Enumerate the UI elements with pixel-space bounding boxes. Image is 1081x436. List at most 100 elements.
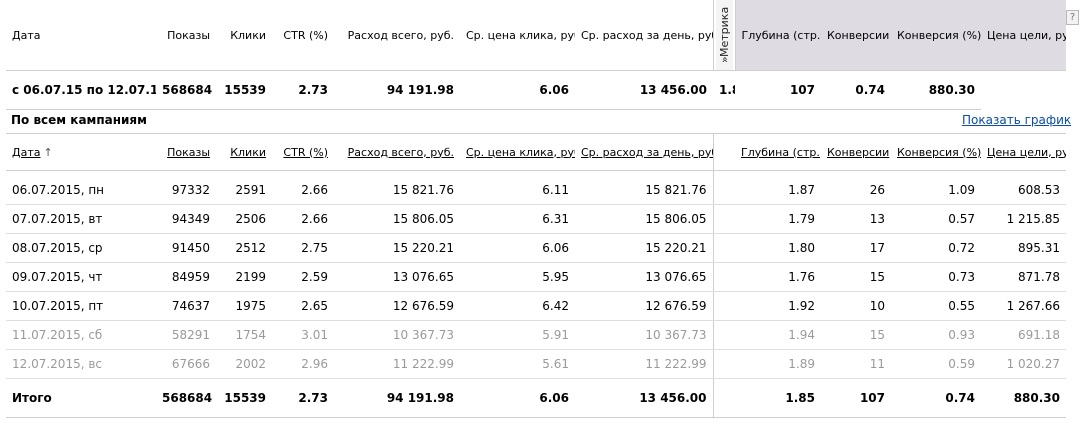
col-header-date: Дата — [6, 0, 156, 71]
metrika-tab-label: Метрика — [717, 6, 731, 57]
sort-header-depth[interactable]: Глубина (стр.) — [735, 133, 821, 171]
sort-header-goal-price[interactable]: Цена цели, руб. — [981, 133, 1066, 171]
cell-goal-price: 895.31 — [981, 233, 1066, 263]
summary-table: Дата Показы Клики CTR (%) Расход всего, … — [6, 0, 1066, 110]
sort-header-conversions-label[interactable]: Конверсии — [827, 146, 889, 159]
sort-header-avg-daily-spend[interactable]: Ср. расход за день, руб. — [575, 133, 713, 171]
total-depth: 1.85 — [735, 378, 821, 418]
cell-shows: 74637 — [156, 291, 216, 321]
sort-header-date-label[interactable]: Дата — [12, 146, 40, 159]
cell-depth: 1.76 — [735, 262, 821, 292]
total-avg-daily-spend: 13 456.00 — [575, 378, 713, 418]
cell-ctr: 2.96 — [272, 349, 334, 379]
sort-header-spend-total-label[interactable]: Расход всего, руб. — [348, 146, 454, 159]
metrika-tab[interactable]: » Метрика — [715, 0, 733, 70]
sort-header-conversion-rate[interactable]: Конверсия (%) — [891, 133, 981, 171]
total-row: Итого 568684 15539 2.73 94 191.98 6.06 1… — [6, 378, 1066, 418]
summary-clicks: 15539 — [216, 70, 272, 110]
metrika-separator — [712, 378, 735, 418]
sort-header-clicks-label[interactable]: Клики — [230, 146, 266, 159]
cell-avg-daily-spend: 10 367.73 — [575, 320, 713, 350]
cell-shows: 94349 — [156, 204, 216, 234]
sort-header-avg-click-price[interactable]: Ср. цена клика, руб. — [460, 133, 575, 171]
summary-goal-price: 880.30 — [891, 70, 981, 110]
cell-date: 06.07.2015, пн — [6, 170, 156, 205]
table-row: 08.07.2015, ср 91450 2512 2.75 15 220.21 6.06… — [6, 233, 1066, 263]
cell-ctr: 3.01 — [272, 320, 334, 350]
cell-avg-daily-spend: 11 222.99 — [575, 349, 713, 379]
sort-header-ctr-label[interactable]: CTR (%) — [283, 146, 328, 159]
metrika-separator — [712, 320, 735, 350]
sort-header-goal-price-label[interactable]: Цена цели, руб. — [987, 146, 1066, 159]
cell-avg-daily-spend: 13 076.65 — [575, 262, 713, 292]
cell-shows: 97332 — [156, 170, 216, 205]
cell-clicks: 2506 — [216, 204, 272, 234]
sort-header-conversion-rate-label[interactable]: Конверсия (%) — [897, 146, 981, 159]
cell-goal-price: 871.78 — [981, 262, 1066, 292]
show-graph-link[interactable]: Показать график — [962, 113, 1071, 127]
col-header-ctr: CTR (%) — [272, 0, 334, 71]
sort-header-depth-label[interactable]: Глубина (стр.) — [741, 146, 821, 159]
cell-avg-daily-spend: 15 806.05 — [575, 204, 713, 234]
cell-goal-price: 1 215.85 — [981, 204, 1066, 234]
cell-conversion-rate: 1.09 — [891, 170, 981, 205]
total-conversion-rate: 0.74 — [891, 378, 981, 418]
cell-avg-daily-spend: 15 821.76 — [575, 170, 713, 205]
summary-conversions: 107 — [735, 70, 821, 110]
summary-period: с 06.07.15 по 12.07.15 — [6, 70, 156, 110]
summary-shows: 568684 — [156, 70, 216, 110]
sort-header-shows-label[interactable]: Показы — [167, 146, 210, 159]
cell-conversion-rate: 0.59 — [891, 349, 981, 379]
cell-shows: 67666 — [156, 349, 216, 379]
total-avg-click-price: 6.06 — [460, 378, 575, 418]
cell-spend-total: 12 676.59 — [334, 291, 460, 321]
metrika-separator — [712, 133, 735, 171]
cell-conversion-rate: 0.55 — [891, 291, 981, 321]
summary-avg-click-price: 6.06 — [460, 70, 575, 110]
metrika-toggle[interactable]: » Метрика — [712, 0, 736, 71]
cell-conversions: 15 — [821, 320, 891, 350]
cell-depth: 1.92 — [735, 291, 821, 321]
sort-header-spend-total[interactable]: Расход всего, руб. — [334, 133, 460, 171]
cell-date: 07.07.2015, вт — [6, 204, 156, 234]
col-header-avg-daily-spend: Ср. расход за день, руб. — [575, 0, 713, 71]
cell-spend-total: 11 222.99 — [334, 349, 460, 379]
cell-clicks: 2591 — [216, 170, 272, 205]
total-ctr: 2.73 — [272, 378, 334, 418]
summary-ctr: 2.73 — [272, 70, 334, 110]
sort-header-conversions[interactable]: Конверсии — [821, 133, 891, 171]
table-row: 11.07.2015, сб 58291 1754 3.01 10 367.73 5.91… — [6, 320, 1066, 350]
cell-avg-click-price: 5.61 — [460, 349, 575, 379]
cell-avg-click-price: 5.95 — [460, 262, 575, 292]
metrika-separator — [712, 349, 735, 379]
sort-header-shows[interactable]: Показы — [156, 133, 216, 171]
cell-conversions: 10 — [821, 291, 891, 321]
help-icon[interactable]: ? — [1066, 10, 1079, 25]
cell-avg-click-price: 6.06 — [460, 233, 575, 263]
sort-header-date[interactable]: Дата ↑ — [6, 133, 156, 171]
cell-depth: 1.87 — [735, 170, 821, 205]
sort-header-clicks[interactable]: Клики — [216, 133, 272, 171]
cell-goal-price: 608.53 — [981, 170, 1066, 205]
sort-header-avg-click-price-label[interactable]: Ср. цена клика, руб. — [466, 146, 575, 159]
metrika-separator — [712, 262, 735, 292]
table-row: 10.07.2015, пт 74637 1975 2.65 12 676.59 6.42… — [6, 291, 1066, 321]
sort-header-ctr[interactable]: CTR (%) — [272, 133, 334, 171]
col-header-conversions: Конверсии — [821, 0, 891, 71]
cell-avg-click-price: 5.91 — [460, 320, 575, 350]
sort-header-avg-daily-spend-label[interactable]: Ср. расход за день, руб. — [581, 146, 713, 159]
cell-conversions: 13 — [821, 204, 891, 234]
cell-conversions: 15 — [821, 262, 891, 292]
cell-avg-daily-spend: 12 676.59 — [575, 291, 713, 321]
cell-clicks: 1975 — [216, 291, 272, 321]
col-header-goal-price: Цена цели, руб. — [981, 0, 1066, 71]
col-header-conversion-rate: Конверсия (%) — [891, 0, 981, 71]
cell-spend-total: 13 076.65 — [334, 262, 460, 292]
cell-spend-total: 15 821.76 — [334, 170, 460, 205]
cell-goal-price: 1 020.27 — [981, 349, 1066, 379]
cell-ctr: 2.66 — [272, 204, 334, 234]
cell-depth: 1.80 — [735, 233, 821, 263]
table-row: 07.07.2015, вт 94349 2506 2.66 15 806.05 6.31… — [6, 204, 1066, 234]
summary-row: с 06.07.15 по 12.07.15 568684 15539 2.73… — [6, 70, 1066, 110]
cell-ctr: 2.66 — [272, 170, 334, 205]
